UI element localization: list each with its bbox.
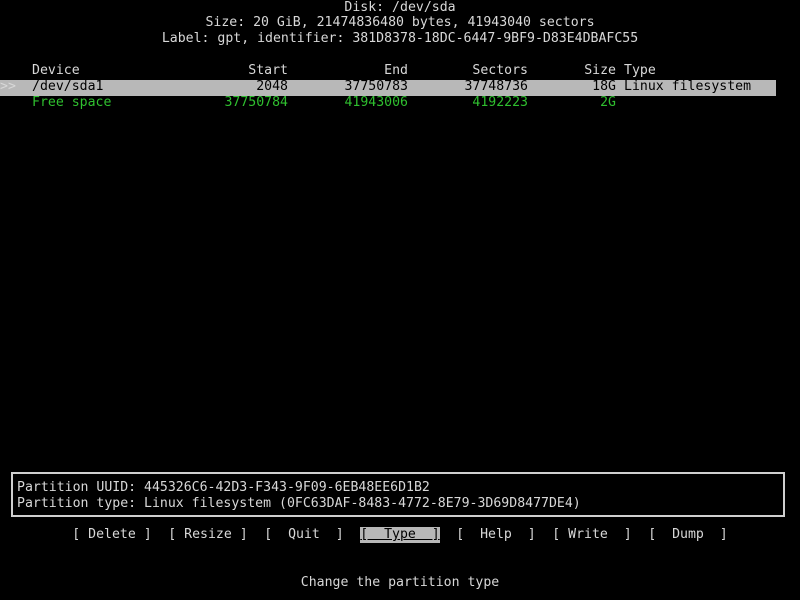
table-header: Device Start End Sectors Size Type xyxy=(0,63,800,79)
partition-end: 37750783 xyxy=(344,79,408,94)
partition-uuid: Partition UUID: 445326C6-42D3-F343-9F09-… xyxy=(17,480,430,495)
column-header-sectors: Sectors xyxy=(472,63,528,78)
delete-button[interactable]: [ Delete ] xyxy=(72,527,152,543)
partition-sectors: 4192223 xyxy=(472,95,528,110)
help-button[interactable]: [ Help ] xyxy=(456,527,536,543)
dump-button[interactable]: [ Dump ] xyxy=(648,527,728,543)
column-header-size: Size xyxy=(584,63,616,78)
partition-size: 2G xyxy=(600,95,616,110)
write-button[interactable]: [ Write ] xyxy=(552,527,632,543)
table-row[interactable]: >> /dev/sda1 2048 37750783 37748736 18G … xyxy=(0,79,800,95)
partition-size: 18G xyxy=(592,79,616,94)
quit-button[interactable]: [ Quit ] xyxy=(264,527,344,543)
disk-title: Disk: /dev/sda xyxy=(344,0,456,15)
column-header-device: Device xyxy=(32,63,80,78)
partition-device: Free space xyxy=(32,95,112,110)
table-row[interactable]: Free space 37750784 41943006 4192223 2G xyxy=(0,95,800,111)
disk-label-info: Label: gpt, identifier: 381D8378-18DC-64… xyxy=(161,31,639,46)
partition-info-box: Partition UUID: 445326C6-42D3-F343-9F09-… xyxy=(11,472,785,517)
partition-device: /dev/sda1 xyxy=(32,79,104,94)
partition-type: Linux filesystem xyxy=(624,79,752,94)
cfdisk-screen: { "header": { "disk_title": "Disk: /dev/… xyxy=(0,0,800,600)
status-hint: Change the partition type xyxy=(300,575,500,590)
partition-end: 41943006 xyxy=(344,95,408,110)
column-header-type: Type xyxy=(624,63,656,78)
column-header-end: End xyxy=(384,63,408,78)
disk-size-info: Size: 20 GiB, 21474836480 bytes, 4194304… xyxy=(205,15,595,30)
partition-sectors: 37748736 xyxy=(464,79,528,94)
column-header-start: Start xyxy=(248,63,288,78)
selection-marker: >> xyxy=(0,79,16,94)
type-button[interactable]: [ Type ] xyxy=(360,527,440,543)
partition-start: 2048 xyxy=(256,79,288,94)
resize-button[interactable]: [ Resize ] xyxy=(168,527,248,543)
partition-type-info: Partition type: Linux filesystem (0FC63D… xyxy=(17,496,581,511)
partition-start: 37750784 xyxy=(224,95,288,110)
